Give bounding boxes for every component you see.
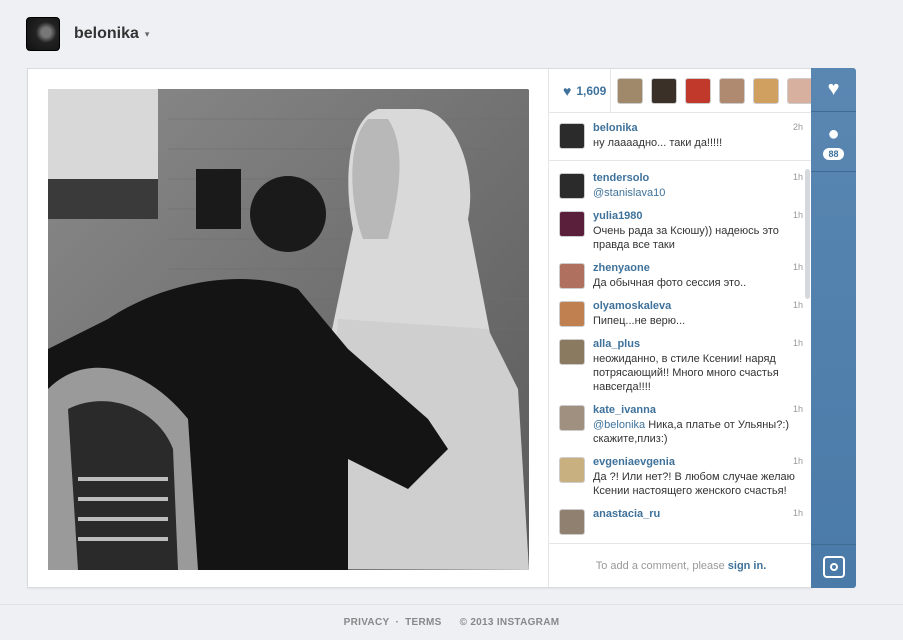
comment-text: Да ?! Или нет?! В любом случае желаю Ксе… xyxy=(593,471,795,497)
liker-avatar[interactable] xyxy=(617,77,643,104)
comments-panel: ♥ 1,609 belonika 2h ну лаааадно... таки … xyxy=(548,68,813,587)
comment-text: неожиданно, в стиле Ксении! наряд потряс… xyxy=(593,353,779,393)
comment-time: 1h xyxy=(792,508,803,518)
comment-username[interactable]: yulia1980 xyxy=(593,209,803,223)
comment-time: 1h xyxy=(792,262,803,272)
avatar[interactable] xyxy=(559,173,585,199)
comment-text: Пипец...не верю... xyxy=(593,315,686,327)
comment-time: 1h xyxy=(792,338,803,348)
liker-avatar[interactable] xyxy=(753,77,779,104)
list-item: zhenyaone 1h Да обычная фото сессия это.… xyxy=(559,261,803,290)
caption-text: ну лаааадно... таки да!!!!! xyxy=(593,137,723,149)
comment-time: 1h xyxy=(792,404,803,414)
comment-username[interactable]: tendersolo xyxy=(593,171,803,185)
comment-count-badge: 88 xyxy=(823,147,844,160)
liker-avatar[interactable] xyxy=(787,77,813,104)
footer: PRIVACY · TERMS © 2013 INSTAGRAM xyxy=(0,604,903,640)
liker-avatar[interactable] xyxy=(719,77,745,104)
comment-bubble-icon: ● xyxy=(827,122,840,145)
comment-time: 1h xyxy=(792,172,803,182)
heart-icon: ♥ xyxy=(827,78,840,100)
comment-username[interactable]: kate_ivanna xyxy=(593,403,803,417)
avatar[interactable] xyxy=(559,263,585,289)
avatar[interactable] xyxy=(559,339,585,365)
avatar[interactable] xyxy=(559,301,585,327)
likes-counter[interactable]: ♥ 1,609 xyxy=(549,68,611,113)
profile-username[interactable]: belonika xyxy=(74,25,139,43)
avatar[interactable] xyxy=(559,211,585,237)
instagram-button[interactable] xyxy=(811,544,856,588)
comment-text: Да обычная фото сессия это.. xyxy=(593,277,747,289)
comment-username[interactable]: evgeniaevgenia xyxy=(593,455,803,469)
footer-separator: · xyxy=(395,617,400,628)
comment-username[interactable]: alla_plus xyxy=(593,337,803,351)
list-item: evgeniaevgenia 1h Да ?! Или нет?! В любо… xyxy=(559,455,803,498)
photo-area xyxy=(28,69,548,587)
comment-text[interactable]: @stanislava10 xyxy=(593,186,803,200)
comment-username[interactable]: zhenyaone xyxy=(593,261,803,275)
comment-username[interactable]: belonika xyxy=(593,121,803,135)
copyright: © 2013 INSTAGRAM xyxy=(459,617,560,628)
user-avatar[interactable] xyxy=(26,17,60,51)
comment-time: 1h xyxy=(792,210,803,220)
add-comment-text: To add a comment, please xyxy=(595,559,725,572)
liker-avatar[interactable] xyxy=(651,77,677,104)
comment-button[interactable]: ● 88 xyxy=(811,112,856,172)
post-photo[interactable] xyxy=(48,89,529,570)
heart-icon: ♥ xyxy=(563,82,572,99)
liker-avatars xyxy=(611,77,813,104)
comment-text: Очень рада за Ксюшу)) надеюсь это правда… xyxy=(593,225,779,251)
top-bar: belonika ▾ xyxy=(0,0,903,68)
chevron-down-icon[interactable]: ▾ xyxy=(145,29,150,40)
scrollbar[interactable] xyxy=(805,169,810,299)
comment-text: @belonika Ника,а платье от Ульяны?:) ска… xyxy=(593,418,803,446)
terms-link[interactable]: TERMS xyxy=(405,617,442,628)
list-item: tendersolo 1h @stanislava10 xyxy=(559,171,803,200)
list-item: anastacia_ru 1h xyxy=(559,507,803,535)
action-sidebar: ♥ ● 88 xyxy=(811,68,856,588)
liker-avatar[interactable] xyxy=(685,77,711,104)
comment-list[interactable]: tendersolo 1h @stanislava10 yulia1980 1h… xyxy=(549,161,813,539)
avatar[interactable] xyxy=(559,509,585,535)
avatar[interactable] xyxy=(559,123,585,149)
list-item: kate_ivanna 1h @belonika Ника,а платье о… xyxy=(559,403,803,446)
privacy-link[interactable]: PRIVACY xyxy=(344,617,390,628)
list-item: yulia1980 1h Очень рада за Ксюшу)) надею… xyxy=(559,209,803,252)
comment-time: 1h xyxy=(792,300,803,310)
comment-username[interactable]: olyamoskaleva xyxy=(593,299,803,313)
like-button[interactable]: ♥ xyxy=(811,68,856,112)
caption-row: belonika 2h ну лаааадно... таки да!!!!! xyxy=(559,121,803,150)
add-comment-prompt: To add a comment, please sign in. xyxy=(549,543,813,587)
avatar[interactable] xyxy=(559,457,585,483)
likes-count: 1,609 xyxy=(576,83,607,98)
comment-time: 2h xyxy=(792,122,803,132)
list-item: alla_plus 1h неожиданно, в стиле Ксении!… xyxy=(559,337,803,394)
post-card: ♥ 1,609 belonika 2h ну лаааадно... таки … xyxy=(27,68,813,588)
comment-username[interactable]: anastacia_ru xyxy=(593,507,803,521)
list-item: olyamoskaleva 1h Пипец...не верю... xyxy=(559,299,803,328)
avatar[interactable] xyxy=(559,405,585,431)
caption: belonika 2h ну лаааадно... таки да!!!!! xyxy=(549,113,813,161)
likes-row: ♥ 1,609 xyxy=(549,68,813,113)
camera-icon xyxy=(822,555,845,578)
comment-time: 1h xyxy=(792,456,803,466)
sign-in-link[interactable]: sign in. xyxy=(728,560,767,572)
comment-mention[interactable]: @belonika xyxy=(593,419,645,431)
